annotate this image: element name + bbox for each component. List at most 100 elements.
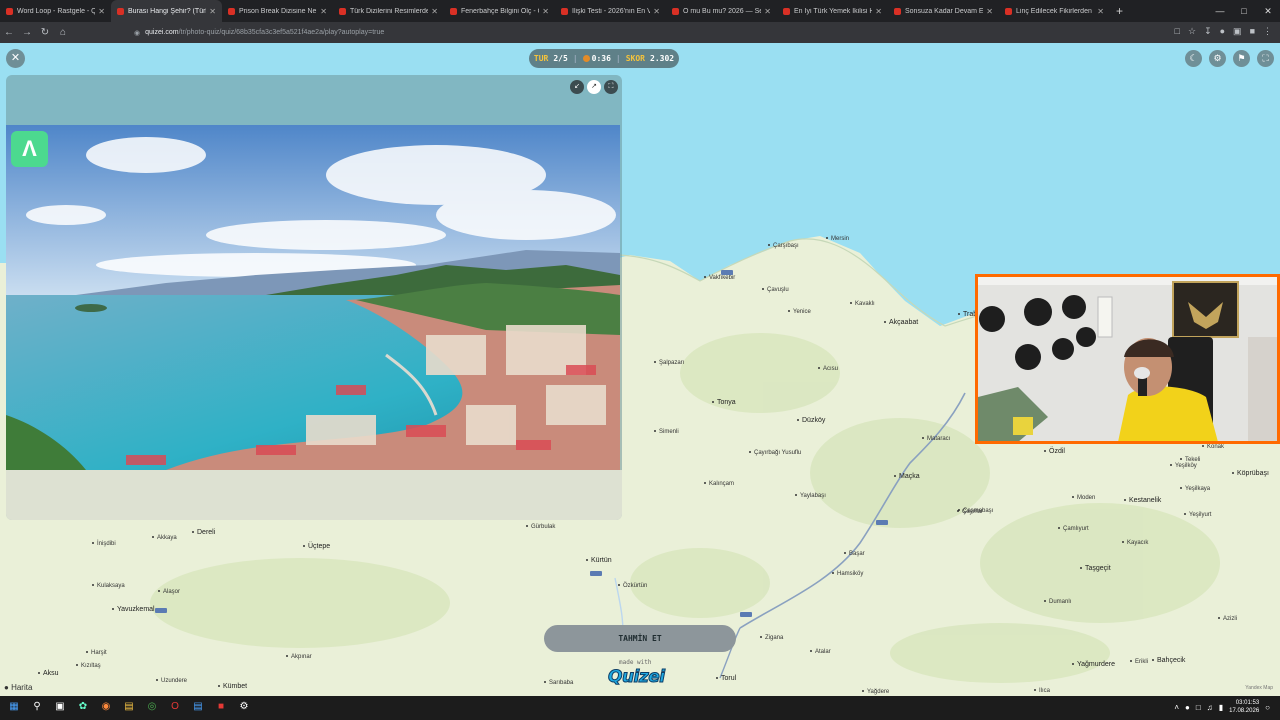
volume-icon[interactable]: ♫ bbox=[1207, 703, 1213, 712]
tab-close-icon[interactable]: ✕ bbox=[209, 7, 216, 16]
browser-tab[interactable]: En İyi Türk Yemek İkilisi Hangisi✕ bbox=[777, 0, 888, 22]
puzzle-icon[interactable]: ▣ bbox=[1233, 26, 1242, 37]
tab-close-icon[interactable]: ✕ bbox=[542, 7, 549, 16]
tab-close-icon[interactable]: ✕ bbox=[1097, 7, 1104, 16]
microphone-icon[interactable]: ● bbox=[1185, 703, 1190, 712]
profile-icon[interactable]: ■ bbox=[1250, 26, 1255, 37]
file-explorer-icon[interactable]: ▤ bbox=[121, 699, 137, 715]
browser-tab[interactable]: Linç Edilecek Fikirlerden Hangisi✕ bbox=[999, 0, 1110, 22]
tab-close-icon[interactable]: ✕ bbox=[320, 7, 327, 16]
map-place-label: Çavuşlu bbox=[762, 287, 789, 293]
map-place-label: Dereli bbox=[192, 529, 215, 536]
tab-favicon-icon bbox=[1005, 7, 1012, 15]
map-place-label: Kürtün bbox=[586, 557, 612, 564]
minimize-icon[interactable]: — bbox=[1208, 0, 1232, 22]
chrome-icon[interactable]: ◎ bbox=[144, 699, 160, 715]
tray-chevron-icon[interactable]: ˄ bbox=[1174, 703, 1179, 712]
browser-tab[interactable]: Fenerbahçe Bilgini Ölç - Quizei✕ bbox=[444, 0, 555, 22]
map-place-label: Vakfıkebir bbox=[704, 275, 735, 281]
settings-icon[interactable]: ⚙ bbox=[1209, 50, 1226, 67]
back-icon[interactable]: ← bbox=[0, 27, 18, 38]
battery-icon[interactable]: ▮ bbox=[1219, 703, 1223, 712]
bookmark-icon[interactable]: ☆ bbox=[1188, 26, 1196, 37]
browser-tab-bar: Word Loop - Rastgele - Quizei✕Burası Han… bbox=[0, 0, 1280, 22]
browser-tab[interactable]: O mu Bu mu? 2026 — Sevgilini Tanı✕ bbox=[666, 0, 777, 22]
map-place-label: Kayacık bbox=[1122, 540, 1148, 546]
browser-tab[interactable]: Türk Dizilerini Resimlerden Tahmin Et✕ bbox=[333, 0, 444, 22]
start-icon[interactable]: ▦ bbox=[6, 699, 22, 715]
fullscreen-icon[interactable]: ⛶ bbox=[1257, 50, 1274, 67]
browser-tab[interactable]: Burası Hangi Şehir? (Türkiye) - Quizei✕ bbox=[111, 0, 222, 22]
window-controls: — □ ✕ bbox=[1208, 0, 1280, 22]
install-icon[interactable]: □ bbox=[1175, 26, 1180, 37]
forward-icon[interactable]: → bbox=[18, 27, 36, 38]
map-place-label: Maçka bbox=[894, 473, 920, 480]
download-icon[interactable]: ↧ bbox=[1204, 26, 1212, 37]
map-place-label: Alaşor bbox=[158, 589, 180, 595]
tab-title: Burası Hangi Şehir? (Türkiye) - Quizei bbox=[128, 7, 206, 15]
map-place-label: Ilıca bbox=[1034, 688, 1050, 694]
opera-icon[interactable]: O bbox=[167, 699, 183, 715]
settings-app-icon[interactable]: ⚙ bbox=[236, 699, 252, 715]
streamer-webcam bbox=[975, 274, 1280, 444]
extension-icon[interactable]: ● bbox=[1220, 26, 1225, 37]
tab-title: Türk Dizilerini Resimlerden Tahmin Et bbox=[350, 7, 429, 15]
browser-tab[interactable]: Word Loop - Rastgele - Quizei✕ bbox=[0, 0, 111, 22]
tab-close-icon[interactable]: ✕ bbox=[98, 7, 105, 16]
close-window-icon[interactable]: ✕ bbox=[1256, 0, 1280, 22]
menu-icon[interactable]: ⋮ bbox=[1263, 26, 1272, 37]
map-place-label: Çayırbağı Yusuflu bbox=[749, 450, 801, 456]
map-place-label: Taşgeçit bbox=[1080, 565, 1111, 572]
map-place-label: Akçaabat bbox=[884, 319, 918, 326]
browser-tab[interactable]: Prison Break Dizisine Ne Kadar Hakimsin✕ bbox=[222, 0, 333, 22]
map-place-label: Şalpazarı bbox=[654, 360, 684, 366]
clock[interactable]: 03:01:53 17.08.2026 bbox=[1229, 699, 1259, 715]
shrink-icon[interactable]: ↙ bbox=[570, 80, 584, 94]
taskbar-apps: ▦ ⚲ ▣ ✿ ◉ ▤ ◎ O ▤ ■ ⚙ bbox=[6, 699, 252, 715]
expand-icon[interactable]: ↗ bbox=[587, 80, 601, 94]
dark-mode-icon[interactable]: ☾ bbox=[1185, 50, 1202, 67]
flag-icon[interactable]: ⚑ bbox=[1233, 50, 1250, 67]
system-tray: ˄ ● □ ♫ ▮ 03:01:53 17.08.2026 ○ bbox=[1174, 699, 1270, 715]
map-place-label: Bahçecik bbox=[1152, 657, 1185, 664]
guess-button[interactable]: TAHMİN ET bbox=[544, 625, 736, 652]
map-place-label: Üçtepe bbox=[303, 543, 330, 550]
copilot-icon[interactable]: ✿ bbox=[75, 699, 91, 715]
location-photo[interactable] bbox=[6, 125, 620, 470]
tab-favicon-icon bbox=[783, 7, 790, 15]
maximize-icon[interactable]: □ bbox=[1232, 0, 1256, 22]
map-place-label: Akpınar bbox=[286, 654, 312, 660]
tab-close-icon[interactable]: ✕ bbox=[764, 7, 771, 16]
tab-close-icon[interactable]: ✕ bbox=[875, 7, 882, 16]
address-bar[interactable]: ◉ quizei.com /tr/photo-quiz/quiz/68b35cf… bbox=[134, 25, 1126, 41]
road-badge bbox=[155, 608, 167, 613]
quizei-logo[interactable]: Quizei bbox=[608, 667, 666, 688]
fullscreen-photo-icon[interactable]: ⛶ bbox=[604, 80, 618, 94]
recording-app-icon[interactable]: ■ bbox=[213, 699, 229, 715]
tab-favicon-icon bbox=[228, 7, 235, 15]
reload-icon[interactable]: ↻ bbox=[36, 27, 54, 38]
search-icon[interactable]: ⚲ bbox=[29, 699, 45, 715]
tab-close-icon[interactable]: ✕ bbox=[653, 7, 660, 16]
map-place-label: Uzundere bbox=[156, 678, 187, 684]
tab-favicon-icon bbox=[561, 7, 568, 15]
browser-tab[interactable]: İlişki Testi - 2026'nın En Viral Testi✕ bbox=[555, 0, 666, 22]
tab-close-icon[interactable]: ✕ bbox=[986, 7, 993, 16]
map-place-label: Tekeli bbox=[1180, 457, 1200, 463]
tab-favicon-icon bbox=[6, 7, 13, 15]
url-path: /tr/photo-quiz/quiz/68b35cfa3c3ef5a521f4… bbox=[178, 29, 385, 36]
notepad-icon[interactable]: ▤ bbox=[190, 699, 206, 715]
close-quiz-button[interactable]: ✕ bbox=[6, 49, 25, 68]
network-icon[interactable]: □ bbox=[1196, 703, 1201, 712]
task-view-icon[interactable]: ▣ bbox=[52, 699, 68, 715]
firefox-icon[interactable]: ◉ bbox=[98, 699, 114, 715]
home-icon[interactable]: ⌂ bbox=[54, 27, 72, 38]
tab-close-icon[interactable]: ✕ bbox=[431, 7, 438, 16]
map-place-label: Başar bbox=[844, 551, 865, 557]
site-info-icon[interactable]: ◉ bbox=[134, 29, 140, 37]
new-tab-icon[interactable]: + bbox=[1116, 4, 1123, 18]
notifications-icon[interactable]: ○ bbox=[1265, 703, 1270, 712]
map-place-label: Erikli bbox=[1130, 659, 1148, 665]
browser-tab[interactable]: Sonsuza Kadar Devam Edecek Bir Şey✕ bbox=[888, 0, 999, 22]
map-place-label: Zigana bbox=[760, 635, 783, 641]
